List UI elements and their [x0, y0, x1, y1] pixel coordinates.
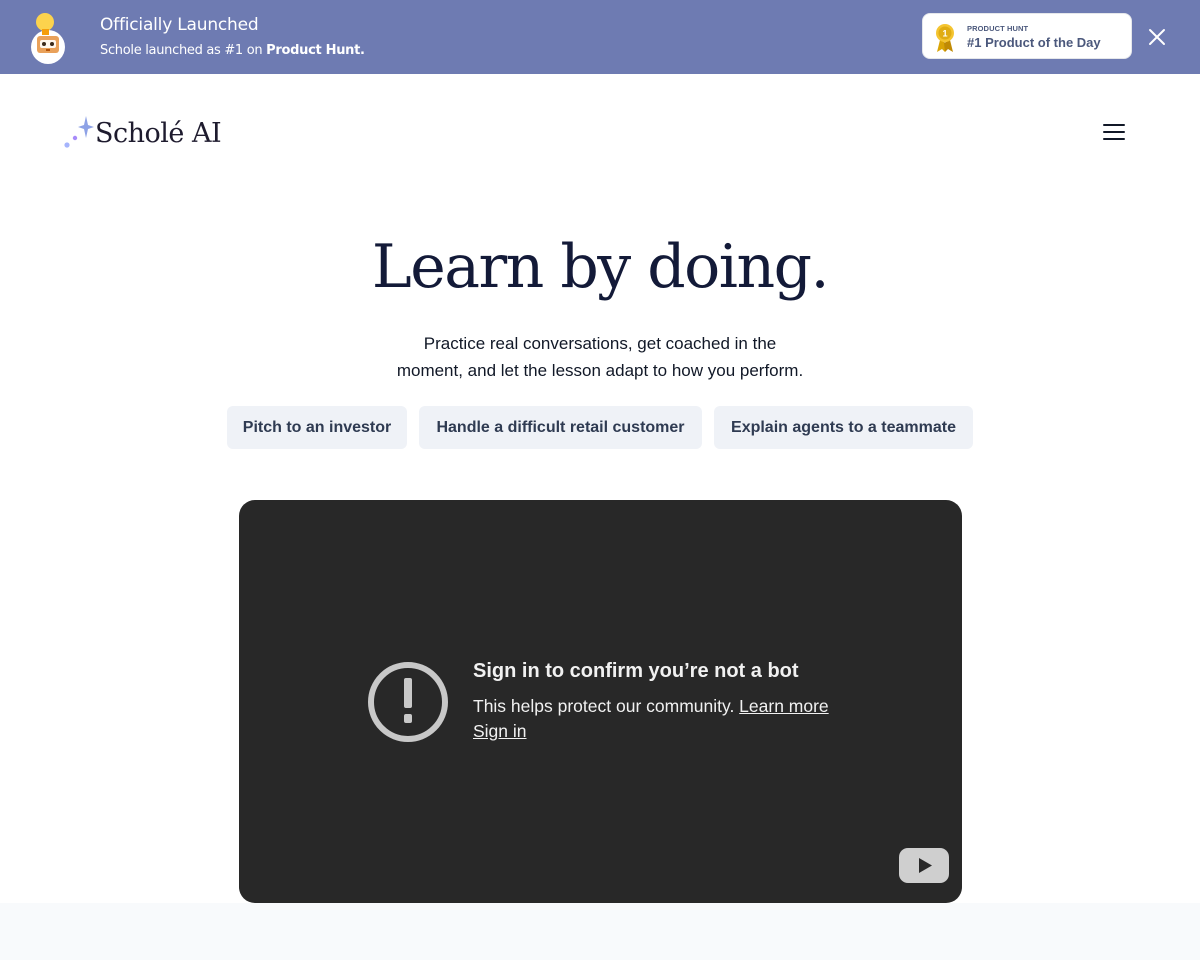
hamburger-menu-icon[interactable]	[1100, 120, 1128, 144]
banner-subtitle-text: Schole launched as #1 on	[100, 43, 267, 58]
launch-banner: Officially Launched Schole launched as #…	[0, 0, 1200, 74]
medal-icon: 1	[936, 24, 954, 52]
youtube-logo-icon[interactable]	[899, 848, 949, 883]
logo-text: Scholé AI	[95, 118, 222, 149]
next-section-background	[0, 903, 1200, 960]
close-icon[interactable]	[1146, 26, 1168, 48]
hero-subtitle: Practice real conversations, get coached…	[360, 330, 840, 384]
exclamation-circle-icon	[368, 662, 448, 742]
video-error-message: This helps protect our community. Learn …	[473, 696, 829, 717]
sign-in-link[interactable]: Sign in	[473, 721, 527, 742]
badge-title: #1 Product of the Day	[967, 35, 1101, 50]
scenario-list: Pitch to an investor Handle a difficult …	[0, 406, 1200, 449]
video-message-text: This helps protect our community.	[473, 696, 740, 716]
scenario-chip-investor[interactable]: Pitch to an investor	[227, 406, 407, 449]
sparkle-logo-icon	[64, 116, 94, 148]
medal-number: 1	[942, 29, 947, 39]
video-error-title: Sign in to confirm you’re not a bot	[473, 660, 799, 682]
video-embed[interactable]: Sign in to confirm you’re not a bot This…	[239, 500, 962, 903]
product-hunt-badge[interactable]: 1 PRODUCT HUNT #1 Product of the Day	[922, 13, 1132, 59]
learn-more-link[interactable]: Learn more	[739, 696, 829, 716]
scenario-chip-explain-agents[interactable]: Explain agents to a teammate	[714, 406, 973, 449]
hero-title: Learn by doing.	[371, 232, 830, 302]
scenario-chip-retail-customer[interactable]: Handle a difficult retail customer	[419, 406, 702, 449]
hero-subtitle-line-2: moment, and let the lesson adapt to how …	[396, 361, 804, 380]
badge-kicker: PRODUCT HUNT	[967, 24, 1029, 33]
hero-subtitle-line-1: Practice real conversations, get coached…	[423, 334, 777, 353]
site-logo[interactable]: Scholé AI	[62, 114, 242, 154]
banner-title: Officially Launched	[100, 15, 259, 35]
banner-subtitle-emphasis: Product Hunt.	[266, 43, 365, 58]
banner-subtitle: Schole launched as #1 on Product Hunt.	[100, 43, 365, 58]
mascot-lightbulb-icon	[31, 13, 65, 64]
